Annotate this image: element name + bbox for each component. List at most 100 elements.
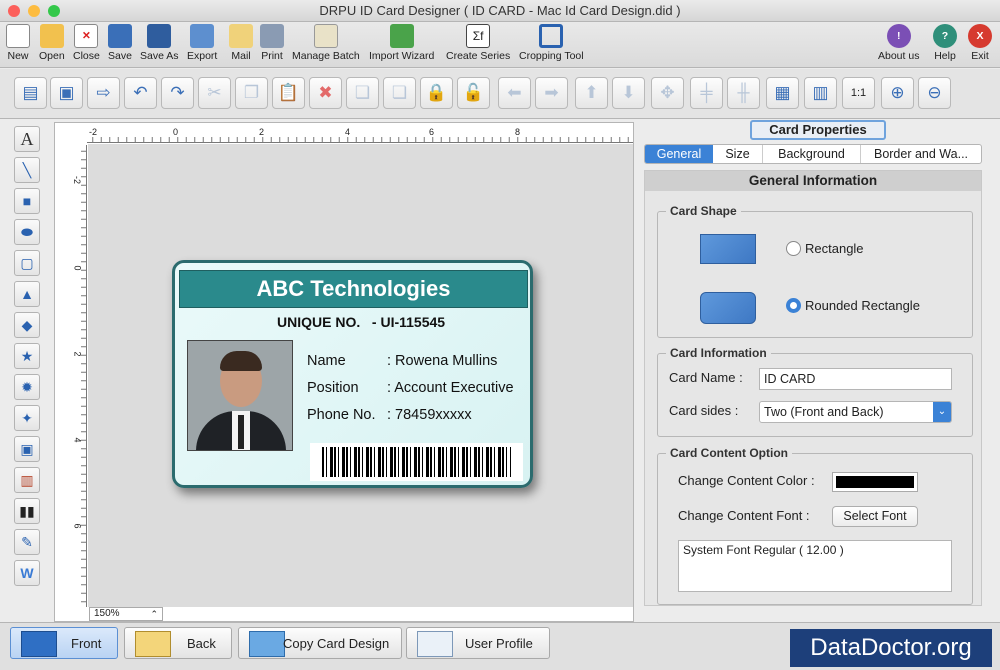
ellipse-tool[interactable]: ⬬ [14, 219, 40, 245]
create-series-button[interactable]: Σf Create Series [446, 24, 510, 62]
minimize-window-button[interactable] [28, 5, 40, 17]
move-left-button[interactable]: ⬅ [498, 77, 531, 109]
company-name: ABC Technologies [256, 276, 451, 301]
delete-button[interactable]: ✖ [309, 77, 342, 109]
rounded-rectangle-icon: ▢ [20, 255, 34, 271]
copy-button[interactable]: ❐ [235, 77, 268, 109]
signature-tool[interactable]: ✎ [14, 529, 40, 555]
tab-size[interactable]: Size [713, 145, 763, 163]
rectangle-radio[interactable] [786, 241, 801, 256]
text-tool[interactable]: A [14, 126, 40, 152]
help-button[interactable]: ? Help [933, 24, 957, 62]
move-down-button[interactable]: ⬇ [612, 77, 645, 109]
bring-front-icon: ❏ [354, 83, 371, 102]
card-shape-group: Card Shape Rectangle Rounded Rectangle [657, 204, 973, 338]
user-profile-button[interactable]: User Profile [406, 627, 550, 659]
manage-batch-icon [313, 24, 338, 48]
datadoctor-logo: DataDoctor.org [790, 629, 992, 667]
zoom-in-button[interactable]: ⊕ [881, 77, 914, 109]
export-button[interactable]: Export [187, 24, 217, 62]
close-button[interactable]: ✕ Close [73, 24, 100, 62]
redo-button[interactable]: ↷ [161, 77, 194, 109]
zoom-window-button[interactable] [48, 5, 60, 17]
edit-toolbar: ▤ ▣ ⇨ ↶ ↷ ✂ ❐ 📋 ✖ ❏ ❏ 🔒 🔓 ⬅ ➡ ⬆ ⬇ ✥ ╪ ╫ … [0, 69, 1000, 119]
arrow-down-icon: ⬇ [621, 83, 636, 102]
tab-background[interactable]: Background [763, 145, 861, 163]
close-window-button[interactable] [8, 5, 20, 17]
rectangle-tool[interactable]: ■ [14, 188, 40, 214]
exit-button[interactable]: X Exit [968, 24, 992, 62]
card-sides-select[interactable]: Two (Front and Back) ⌄ [759, 401, 952, 423]
actual-size-button[interactable]: 1:1 [842, 77, 875, 109]
rounded-rectangle-tool[interactable]: ▢ [14, 250, 40, 276]
unlock-button[interactable]: 🔓 [457, 77, 490, 109]
library-tool[interactable]: ▥ [14, 467, 40, 493]
rounded-rectangle-preview-icon [700, 292, 756, 324]
folder-icon [39, 24, 64, 48]
front-button[interactable]: Front [10, 627, 118, 659]
star4-icon: ✦ [21, 410, 33, 426]
align-vertical-icon: ╫ [737, 83, 750, 102]
undo-button[interactable]: ↶ [124, 77, 157, 109]
move-up-button[interactable]: ⬆ [575, 77, 608, 109]
print-button[interactable]: Print [260, 24, 284, 62]
image-tool[interactable]: ▣ [14, 436, 40, 462]
actual-size-icon: 1:1 [850, 87, 867, 99]
star4-tool[interactable]: ✦ [14, 405, 40, 431]
tab-general[interactable]: General [645, 145, 713, 163]
save-as-button[interactable]: Save As [140, 24, 179, 62]
burst-tool[interactable]: ✹ [14, 374, 40, 400]
new-file-icon [6, 24, 30, 48]
lock-button[interactable]: 🔒 [420, 77, 453, 109]
diamond-tool[interactable]: ◆ [14, 312, 40, 338]
id-card[interactable]: ABC Technologies UNIQUE NO. - UI-115545 … [172, 260, 533, 488]
line-tool[interactable]: ╲ [14, 157, 40, 183]
move-right-button[interactable]: ➡ [535, 77, 568, 109]
card-front-icon [21, 631, 57, 657]
zoom-out-button[interactable]: ⊖ [918, 77, 951, 109]
rounded-rectangle-radio[interactable] [786, 298, 801, 313]
mail-button[interactable]: Mail [229, 24, 253, 62]
save-button[interactable]: Save [108, 24, 132, 62]
send-back-icon: ❏ [391, 83, 408, 102]
content-color-swatch[interactable] [832, 472, 918, 492]
zoom-select[interactable]: 150% ⌃ [89, 607, 163, 621]
unique-number: UNIQUE NO. - UI-115545 [277, 314, 446, 330]
manage-batch-button[interactable]: Manage Batch [292, 24, 360, 62]
bring-front-button[interactable]: ❏ [346, 77, 379, 109]
export-image-button[interactable]: ⇨ [87, 77, 120, 109]
tab-bar: General Size Background Border and Wa... [644, 144, 982, 164]
about-us-button[interactable]: ! About us [878, 24, 919, 62]
ruler-button[interactable]: ▥ [804, 77, 837, 109]
triangle-tool[interactable]: ▲ [14, 281, 40, 307]
font-preview-box: System Font Regular ( 12.00 ) [678, 540, 952, 592]
open-button[interactable]: Open [39, 24, 65, 62]
paste-button[interactable]: 📋 [272, 77, 305, 109]
cropping-tool-button[interactable]: Cropping Tool [519, 24, 584, 62]
save-as-icon [147, 24, 172, 48]
align-vertical-button[interactable]: ╫ [727, 77, 760, 109]
send-back-button[interactable]: ❏ [383, 77, 416, 109]
cut-button[interactable]: ✂ [198, 77, 231, 109]
picture-icon: ▣ [20, 441, 34, 457]
new-button[interactable]: New [6, 24, 30, 62]
card-name-input[interactable]: ID CARD [759, 368, 952, 390]
back-button[interactable]: Back [124, 627, 232, 659]
watermark-tool[interactable]: W [14, 560, 40, 586]
select-font-button[interactable]: Select Font [832, 506, 918, 527]
rectangle-icon: ■ [22, 193, 32, 209]
grid-button[interactable]: ▦ [766, 77, 799, 109]
center-button[interactable]: ✥ [651, 77, 684, 109]
card-properties-panel: Card Properties General Size Background … [640, 119, 990, 619]
barcode-tool[interactable]: ▮▮ [14, 498, 40, 524]
image-button[interactable]: ▣ [50, 77, 83, 109]
import-wizard-button[interactable]: Import Wizard [369, 24, 434, 62]
tab-border-watermark[interactable]: Border and Wa... [861, 145, 981, 163]
align-horizontal-button[interactable]: ╪ [690, 77, 723, 109]
card-information-group: Card Information Card Name : ID CARD Car… [657, 346, 973, 437]
card-shape-title: Card Shape [666, 204, 741, 218]
star-tool[interactable]: ★ [14, 343, 40, 369]
copy-card-design-button[interactable]: Copy Card Design [238, 627, 402, 659]
properties-button[interactable]: ▤ [14, 77, 47, 109]
printer-icon [260, 24, 284, 48]
